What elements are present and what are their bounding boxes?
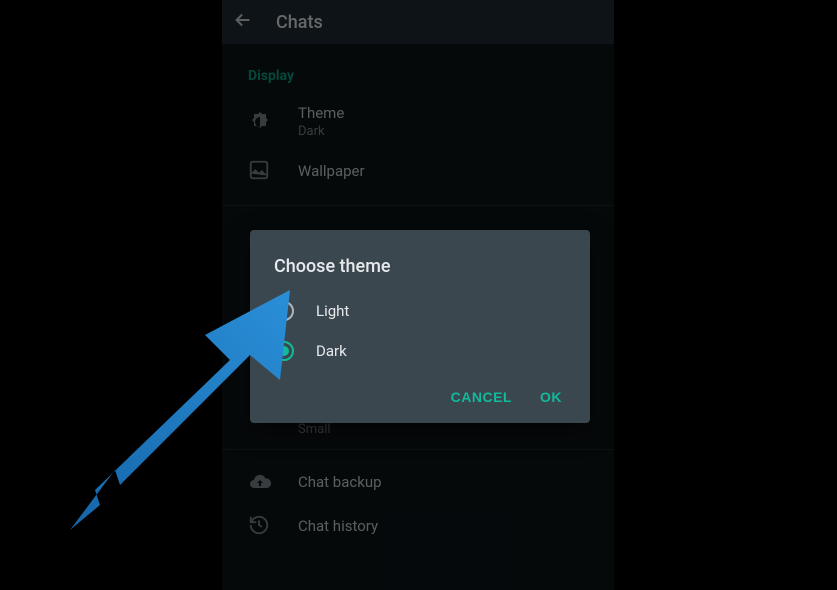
ok-button[interactable]: OK	[540, 389, 562, 405]
radio-icon	[274, 301, 294, 321]
radio-option-light[interactable]: Light	[250, 291, 590, 331]
radio-label-dark: Dark	[316, 342, 347, 360]
cancel-button[interactable]: CANCEL	[451, 389, 512, 405]
dialog-title: Choose theme	[250, 250, 590, 291]
radio-icon-checked	[274, 341, 294, 361]
radio-option-dark[interactable]: Dark	[250, 331, 590, 371]
theme-dialog: Choose theme Light Dark CANCEL OK	[250, 230, 590, 423]
dialog-actions: CANCEL OK	[250, 371, 590, 415]
radio-label-light: Light	[316, 302, 349, 320]
